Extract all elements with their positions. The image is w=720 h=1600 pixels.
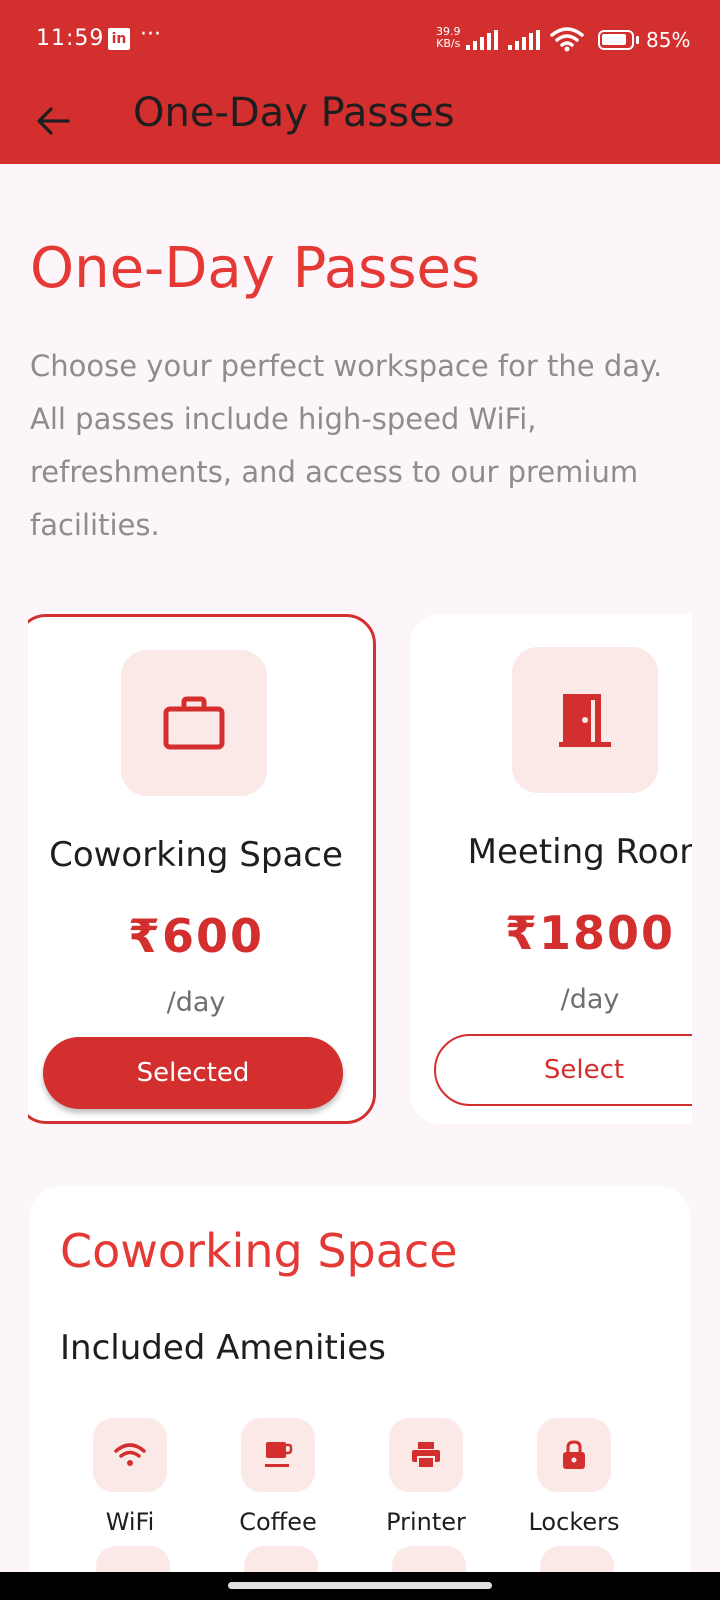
battery-tip [636,36,639,44]
pass-carousel[interactable]: Coworking Space ₹600 /day Selected Meeti… [28,612,692,1132]
arrow-left-icon [37,107,70,135]
signal-icon [508,30,540,50]
network-speed: 39.9 KB/s [436,26,461,50]
amenity-label: WiFi [105,1508,155,1536]
app-bar-title: One-Day Passes [133,90,455,136]
network-speed-unit: KB/s [436,37,461,50]
pass-detail-card: Coworking Space Included Amenities WiFi … [30,1186,690,1600]
detail-title: Coworking Space [60,1224,458,1278]
signal-icon [466,30,498,50]
pass-name: Coworking Space [49,835,343,875]
battery-icon [598,30,634,50]
amenity-printer: Printer [356,1418,496,1536]
battery-percent: 85% [646,28,691,52]
pass-unit: /day [560,984,620,1015]
page-heading: One-Day Passes [30,236,481,301]
pass-price: ₹1800 [504,906,676,960]
pass-unit: /day [166,987,226,1018]
briefcase-icon [163,696,225,750]
printer-icon [412,1442,440,1469]
amenities-heading: Included Amenities [60,1328,386,1368]
status-bar: 11:59 in ··· 39.9 KB/s 85% [0,0,720,80]
door-icon [559,694,611,747]
wifi-icon [550,27,584,52]
page-description: Choose your perfect workspace for the da… [30,349,663,542]
app-bar: One-Day Passes [0,80,720,164]
wifi-icon [114,1443,146,1466]
selected-button[interactable]: Selected [43,1037,343,1109]
home-gesture-handle[interactable] [228,1582,492,1589]
pass-card-coworking[interactable]: Coworking Space ₹600 /day Selected [28,614,376,1124]
lock-icon [563,1440,585,1469]
coffee-icon [265,1442,293,1467]
pass-card-meeting-room[interactable]: Meeting Room ₹1800 /day Select [410,614,692,1124]
amenity-label: Coffee [239,1508,317,1536]
card-icon-box [121,650,267,796]
amenity-coffee: Coffee [208,1418,348,1536]
pass-price: ₹600 [127,909,265,963]
amenity-label: Lockers [528,1508,620,1536]
pass-name: Meeting Room [467,832,692,872]
more-notifications-icon: ··· [140,22,161,47]
status-time: 11:59 [36,26,105,51]
amenity-label: Printer [386,1508,466,1536]
card-icon-box [512,647,658,793]
linkedin-icon: in [108,28,130,50]
system-nav-bar [0,1572,720,1600]
back-button[interactable] [28,96,78,146]
select-button[interactable]: Select [434,1034,692,1106]
amenity-wifi: WiFi [60,1418,200,1536]
amenity-lockers: Lockers [504,1418,644,1536]
